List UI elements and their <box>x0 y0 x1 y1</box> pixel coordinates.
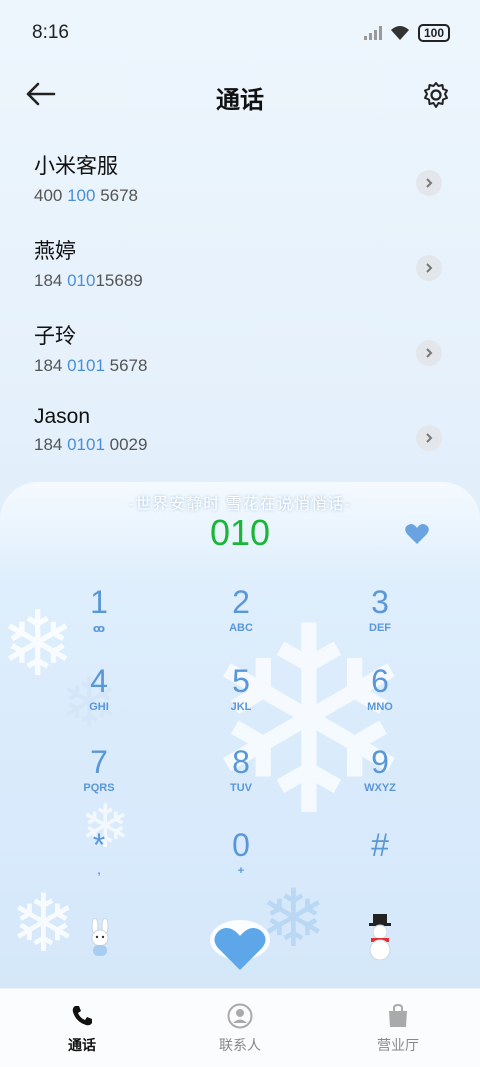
contact-name: 燕婷 <box>34 240 76 263</box>
wifi-icon <box>390 26 409 40</box>
tab-calls-label: 通话 <box>68 1037 96 1053</box>
phone-icon <box>72 1006 92 1026</box>
shopping-bag-icon <box>389 1003 407 1027</box>
status-bar: 8:16 100 <box>0 0 480 68</box>
key-0[interactable]: 0 + <box>191 827 291 897</box>
bottom-tab-bar: 通话 联系人 营业厅 <box>0 988 480 1067</box>
tab-store[interactable]: 营业厅 <box>348 1001 448 1055</box>
battery-indicator: 100 <box>417 24 450 42</box>
dialer-slogan: -世界安静时 雪花在说悄悄话- <box>128 496 352 513</box>
chevron-right-icon[interactable] <box>416 255 442 281</box>
key-star[interactable]: *, <box>49 827 149 897</box>
heart-icon[interactable] <box>404 522 430 546</box>
chevron-right-icon[interactable] <box>416 170 442 196</box>
contact-name: Jason <box>34 405 91 428</box>
gear-icon[interactable] <box>422 81 450 109</box>
tab-calls[interactable]: 通话 <box>32 1001 132 1055</box>
snowman-icon <box>369 914 391 960</box>
status-time: 8:16 <box>32 22 69 43</box>
contact-number: 184 01015689 <box>34 271 143 290</box>
key-4[interactable]: 4 GHI <box>49 663 149 733</box>
contact-name: 小米客服 <box>34 155 118 178</box>
chevron-right-icon[interactable] <box>416 340 442 366</box>
tab-contacts-label: 联系人 <box>219 1037 261 1053</box>
contact-number: 184 0101 0029 <box>34 435 148 454</box>
tab-store-label: 营业厅 <box>377 1037 419 1053</box>
signal-icon <box>363 26 382 40</box>
contacts-icon <box>227 1003 253 1029</box>
page-title: 通话 <box>216 87 264 114</box>
key-7[interactable]: 7 PQRS <box>49 744 149 814</box>
tab-contacts[interactable]: 联系人 <box>190 1001 290 1055</box>
header: 通话 <box>0 68 480 122</box>
key-8[interactable]: 8 TUV <box>191 744 291 814</box>
contact-item[interactable]: 燕婷 184 01015689 <box>34 235 444 305</box>
heart-call-button[interactable] <box>208 914 272 974</box>
chevron-right-icon[interactable] <box>416 425 442 451</box>
contact-item[interactable]: 子玲 184 0101 5678 <box>34 320 444 390</box>
key-5[interactable]: 5 JKL <box>191 663 291 733</box>
key-1[interactable]: 1ꝏ <box>49 584 149 654</box>
contact-item[interactable]: Jason 184 0101 0029 <box>34 405 444 475</box>
key-6[interactable]: 6 MNO <box>330 663 430 733</box>
contact-name: 子玲 <box>34 325 76 348</box>
bunny-icon <box>91 918 109 956</box>
key-2[interactable]: 2 ABC <box>191 584 291 654</box>
contact-number: 184 0101 5678 <box>34 356 148 375</box>
dialer-panel: ❄ ❄ ❄ ❄ ❄ ❄ -世界安静时 雪花在说悄悄话- 010 1ꝏ 2 ABC … <box>0 482 480 1067</box>
status-icons: 100 <box>363 24 450 42</box>
key-9[interactable]: 9 WXYZ <box>330 744 430 814</box>
key-3[interactable]: 3 DEF <box>330 584 430 654</box>
key-hash[interactable]: # <box>330 827 430 897</box>
contact-item[interactable]: 小米客服 400 100 5678 <box>34 150 444 220</box>
contact-number: 400 100 5678 <box>34 186 139 205</box>
